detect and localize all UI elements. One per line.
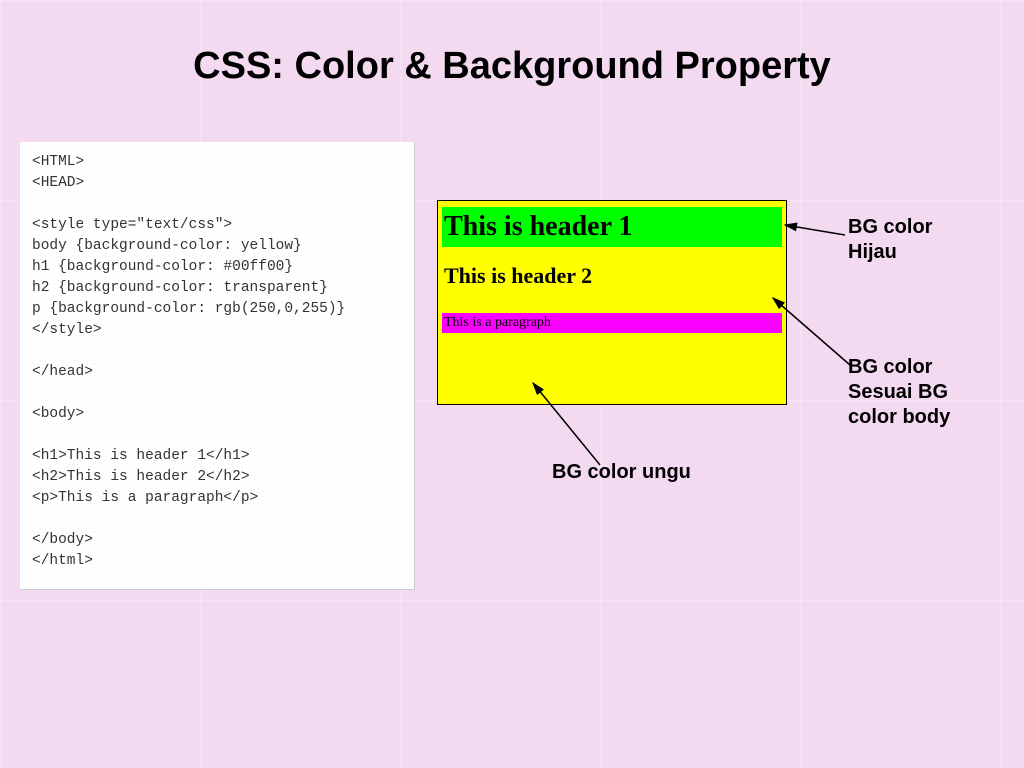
code-block: <HTML> <HEAD> <style type="text/css"> bo… (20, 142, 415, 590)
annotation-sesuai: BG color Sesuai BG color body (848, 355, 988, 430)
preview-p: This is a paragraph (442, 313, 782, 333)
preview-h1: This is header 1 (442, 207, 782, 247)
preview-box: This is header 1 This is header 2 This i… (437, 200, 787, 405)
slide-title: CSS: Color & Background Property (0, 45, 1024, 88)
annotation-ungu: BG color ungu (552, 460, 691, 485)
annotation-hijau: BG color Hijau (848, 215, 978, 265)
preview-h2: This is header 2 (442, 261, 782, 291)
